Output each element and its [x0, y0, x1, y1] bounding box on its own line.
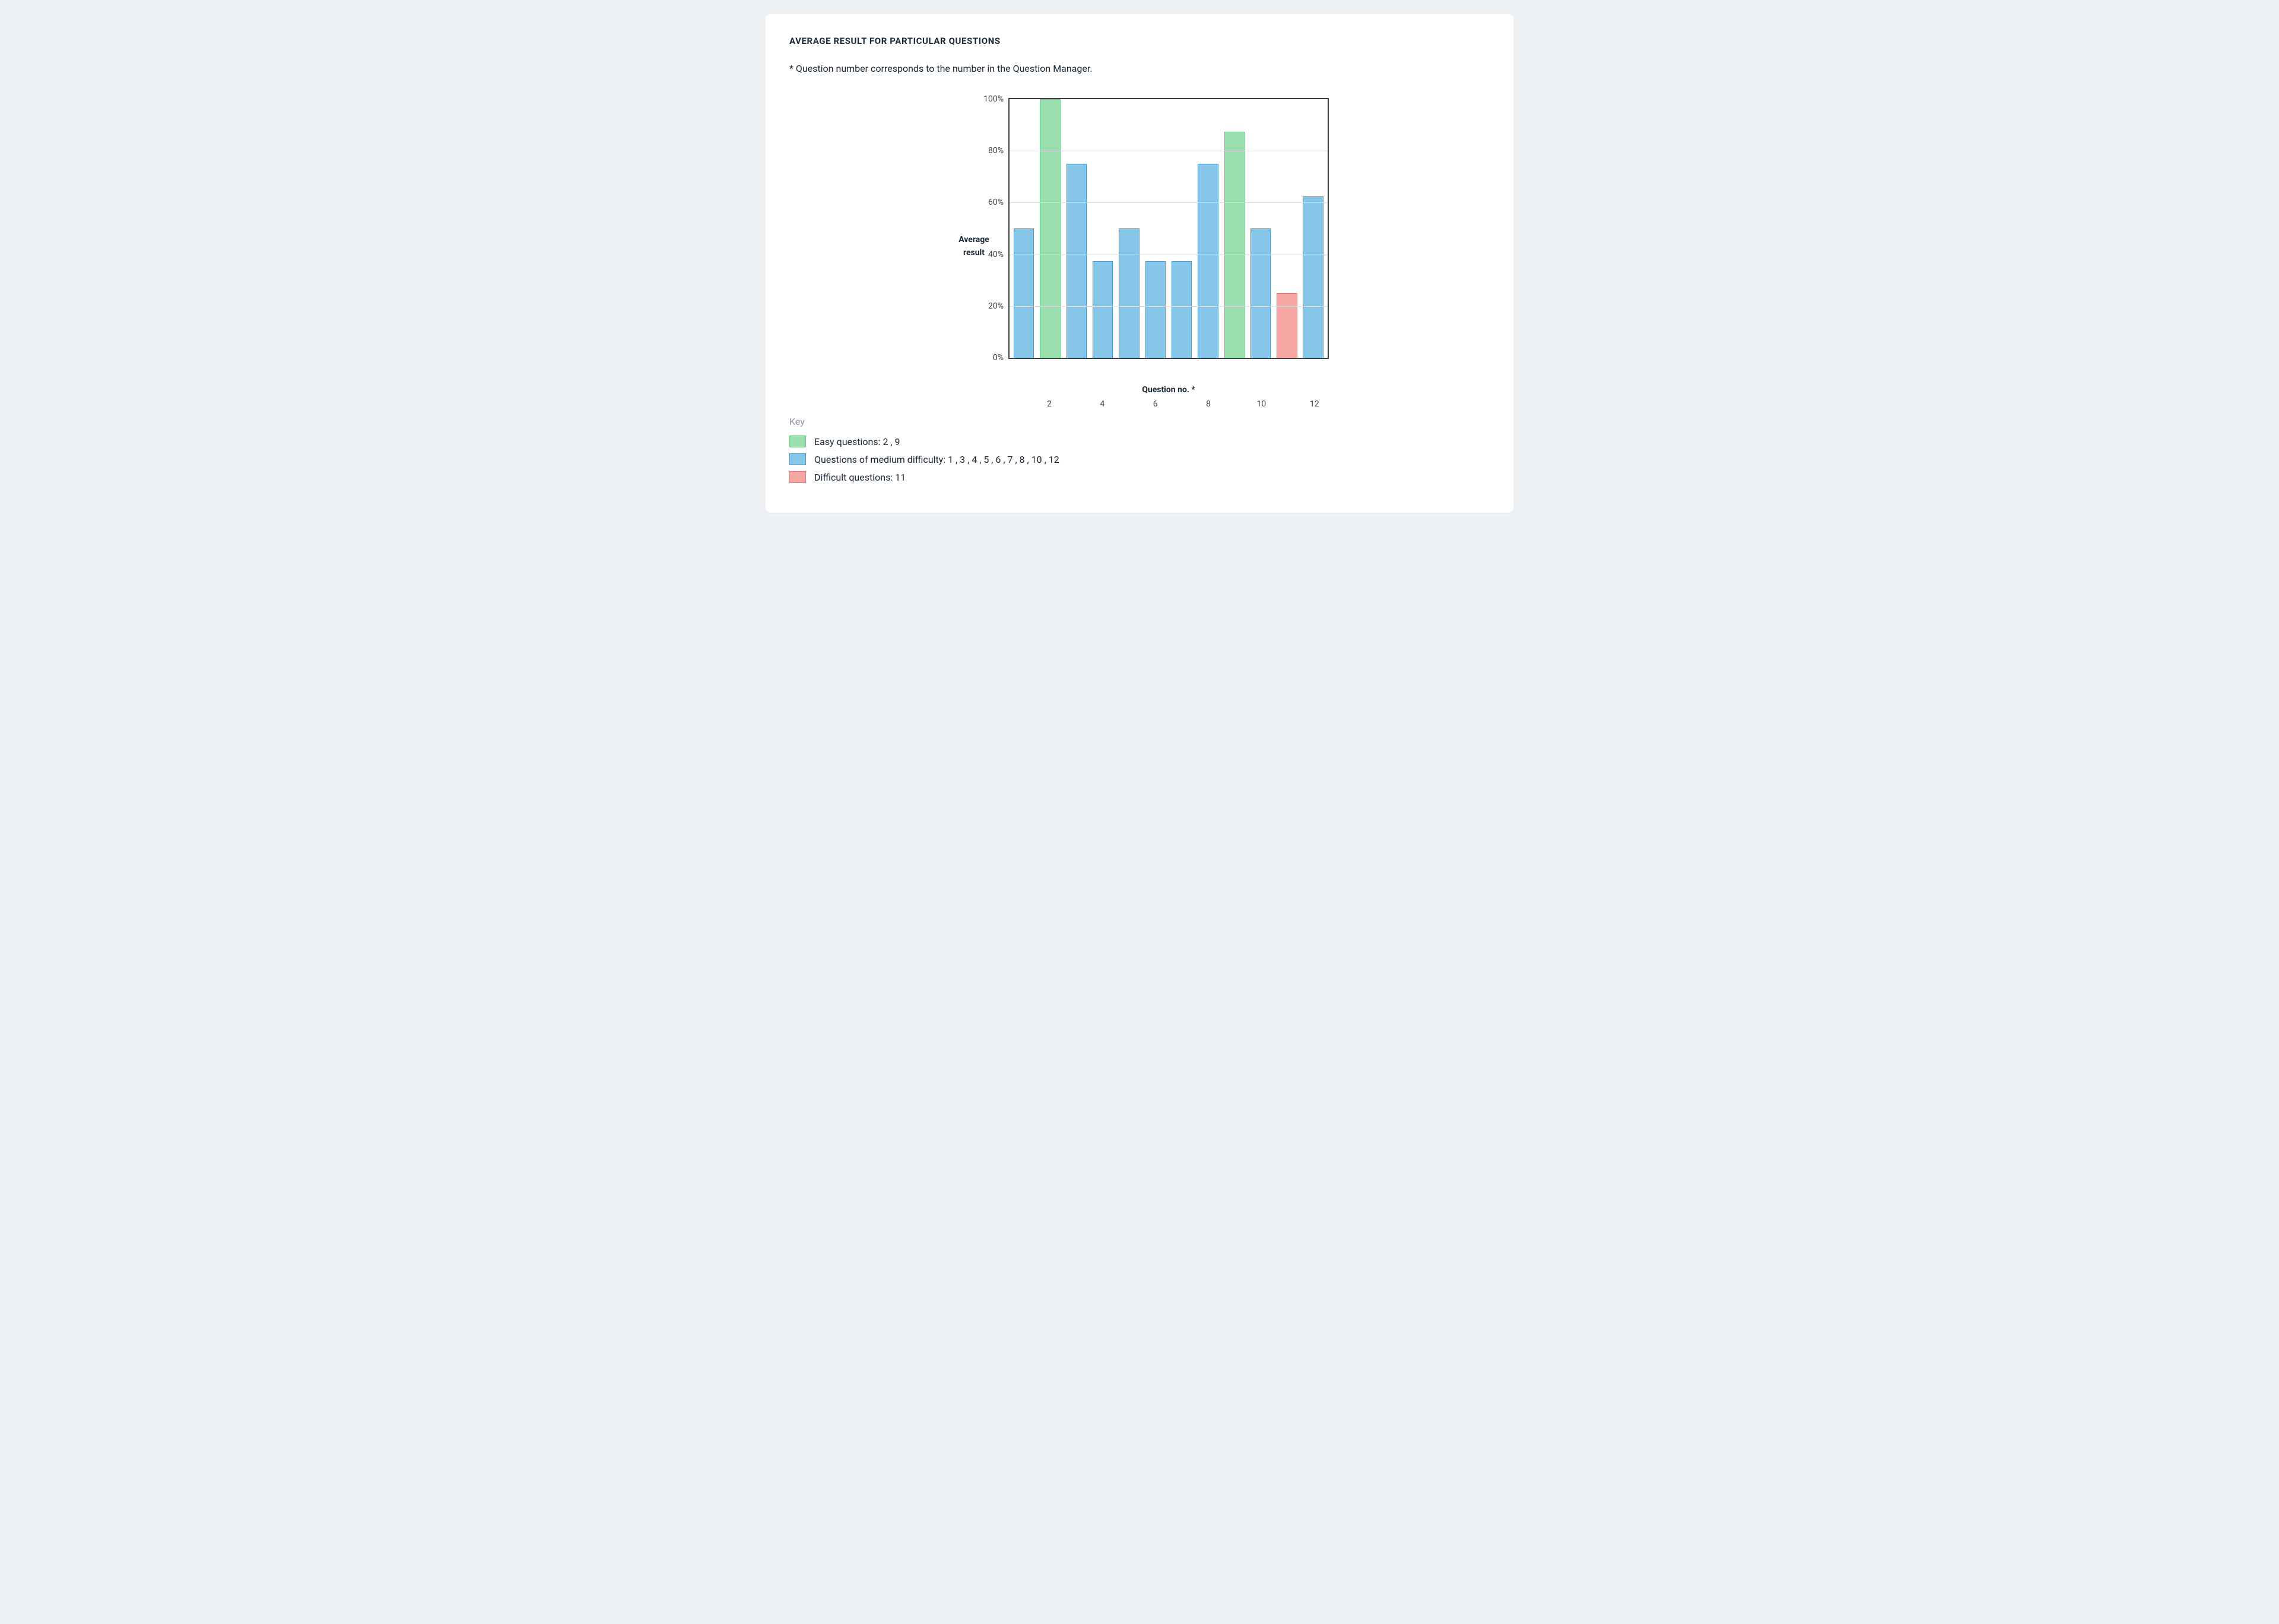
bar-slot [1037, 99, 1063, 358]
x-tick-slot: 6 [1142, 395, 1169, 409]
bar-q1 [1014, 228, 1034, 358]
bar-slot [1248, 99, 1274, 358]
x-tick-slot: 2 [1036, 395, 1063, 409]
legend-item-medium: Questions of medium difficulty: 1 , 3 , … [789, 453, 1490, 465]
legend: Key Easy questions: 2 , 9 Questions of m… [789, 416, 1490, 483]
bar-q9 [1224, 132, 1245, 358]
swatch-medium [789, 453, 806, 465]
x-axis-title: Question no. * [1008, 385, 1329, 395]
grid-line [1010, 306, 1328, 307]
bar-slot [1011, 99, 1037, 358]
bar-slot [1300, 99, 1326, 358]
swatch-easy [789, 436, 806, 447]
bars-container [1010, 99, 1328, 358]
y-tick-label: 60% [988, 198, 1010, 207]
bar-slot [1116, 99, 1142, 358]
x-tick-slot [1116, 395, 1142, 409]
legend-label-easy: Easy questions: 2 , 9 [814, 436, 900, 447]
bar-q12 [1303, 196, 1323, 358]
bar-chart: 0%20%40%60%80%100% [1008, 98, 1329, 359]
x-tick-slot [1169, 395, 1195, 409]
grid-line [1010, 202, 1328, 203]
bar-q2 [1040, 99, 1061, 358]
x-tick-slot: 12 [1301, 395, 1328, 409]
note-text: * Question number corresponds to the num… [789, 63, 1490, 74]
bar-q5 [1119, 228, 1140, 358]
bar-q8 [1198, 164, 1218, 358]
x-tick-slot: 4 [1089, 395, 1116, 409]
legend-title: Key [789, 416, 1490, 427]
swatch-hard [789, 471, 806, 483]
bar-slot [1090, 99, 1116, 358]
bar-q7 [1172, 261, 1192, 358]
legend-label-medium: Questions of medium difficulty: 1 , 3 , … [814, 454, 1059, 465]
chart-row: Average result 0%20%40%60%80%100% 246810… [789, 98, 1490, 395]
bar-q10 [1250, 228, 1271, 358]
bar-slot [1195, 99, 1221, 358]
card-title: AVERAGE RESULT FOR PARTICULAR QUESTIONS [789, 36, 1490, 46]
x-tick-slot: 10 [1248, 395, 1275, 409]
legend-item-hard: Difficult questions: 11 [789, 471, 1490, 483]
bar-q3 [1067, 164, 1087, 358]
bar-q4 [1093, 261, 1113, 358]
bar-slot [1142, 99, 1169, 358]
y-tick-label: 80% [988, 146, 1010, 155]
x-tick-slot [1010, 395, 1036, 409]
chart-wrap: 0%20%40%60%80%100% 24681012 Question no.… [1008, 98, 1329, 395]
bar-q11 [1277, 293, 1297, 358]
x-tick-slot [1221, 395, 1248, 409]
bar-slot [1169, 99, 1195, 358]
legend-label-hard: Difficult questions: 11 [814, 472, 906, 483]
x-ticks: 2 4 6 8 10 12 [1008, 395, 1329, 409]
bar-slot [1221, 99, 1248, 358]
y-tick-label: 40% [988, 250, 1010, 259]
report-card: AVERAGE RESULT FOR PARTICULAR QUESTIONS … [766, 14, 1513, 513]
x-tick-slot: 8 [1195, 395, 1222, 409]
y-tick-label: 20% [988, 301, 1010, 311]
bar-q6 [1145, 261, 1166, 358]
y-tick-label: 0% [993, 353, 1010, 363]
bar-slot [1064, 99, 1090, 358]
x-tick-slot [1275, 395, 1302, 409]
x-tick-slot [1062, 395, 1089, 409]
legend-item-easy: Easy questions: 2 , 9 [789, 436, 1490, 447]
bar-slot [1274, 99, 1300, 358]
y-tick-label: 100% [983, 94, 1010, 104]
